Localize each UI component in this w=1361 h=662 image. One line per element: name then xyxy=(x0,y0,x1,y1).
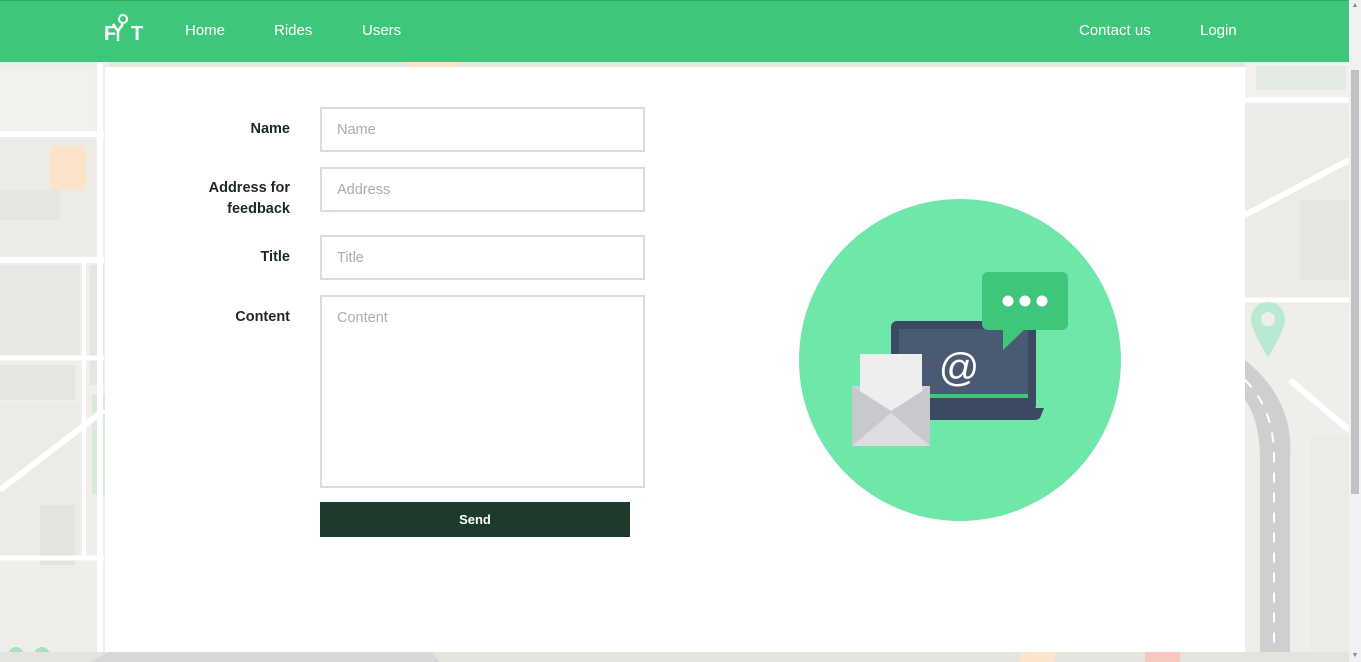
nav-users[interactable]: Users xyxy=(362,22,401,39)
scroll-down-icon[interactable]: ▼ xyxy=(1351,652,1359,660)
nav-login[interactable]: Login xyxy=(1200,22,1237,39)
name-label: Name xyxy=(250,121,291,137)
logo-mark: F T xyxy=(104,14,145,42)
send-button[interactable]: Send xyxy=(320,502,630,537)
scroll-up-icon[interactable]: ▲ xyxy=(1351,2,1359,10)
svg-text:T: T xyxy=(131,23,145,42)
nav-rides[interactable]: Rides xyxy=(274,22,312,39)
nav-contact-us[interactable]: Contact us xyxy=(1079,22,1151,39)
address-label: Address for feedback xyxy=(209,178,290,220)
contact-card: Name Address for feedback Title Content … xyxy=(105,67,1245,652)
envelope-icon xyxy=(852,354,930,446)
title-label: Title xyxy=(260,249,290,265)
page-scrollbar[interactable]: ▲ ▼ xyxy=(1349,0,1361,662)
scrollbar-thumb[interactable] xyxy=(1351,70,1359,494)
content-label: Content xyxy=(235,309,290,325)
title-input[interactable] xyxy=(320,235,645,280)
svg-text:F: F xyxy=(104,23,118,42)
nav-home[interactable]: Home xyxy=(185,22,225,39)
address-label-line1: Address for xyxy=(208,180,290,196)
address-input[interactable] xyxy=(320,167,645,212)
at-symbol: @ xyxy=(939,346,980,390)
fyt-logo[interactable]: F T xyxy=(104,14,149,42)
contact-illustration: @ xyxy=(799,199,1121,521)
content-textarea[interactable] xyxy=(320,295,645,488)
top-navbar: F T Home Rides Users Contact us Login xyxy=(0,0,1349,62)
address-label-line2: feedback xyxy=(227,201,290,217)
name-input[interactable] xyxy=(320,107,645,152)
